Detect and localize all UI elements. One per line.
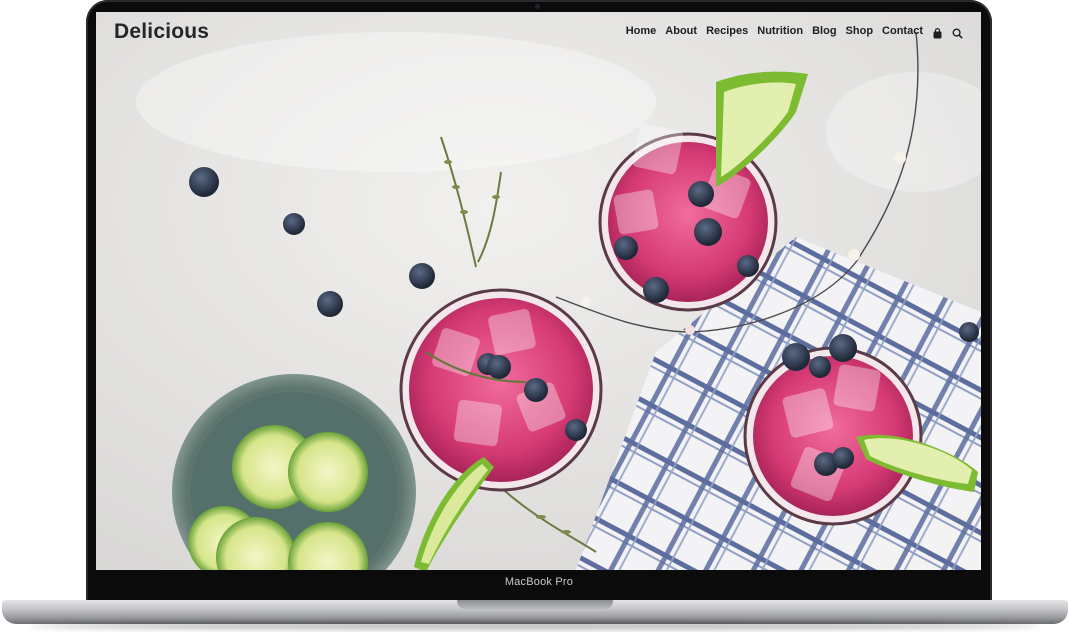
site-logo[interactable]: Delicious [114, 20, 209, 44]
laptop-lid-notch [457, 600, 613, 609]
laptop-shadow [30, 622, 1040, 630]
nav-link-nutrition[interactable]: Nutrition [757, 25, 803, 37]
nav-link-recipes[interactable]: Recipes [706, 25, 748, 37]
nav-link-contact[interactable]: Contact [882, 25, 923, 37]
nav-link-about[interactable]: About [665, 25, 697, 37]
nav-link-blog[interactable]: Blog [812, 25, 836, 37]
device-model-label: MacBook Pro [504, 576, 574, 588]
site-header: Delicious Home About Recipes Nutrition B… [96, 12, 981, 52]
hero-photo [96, 12, 981, 570]
nav-link-home[interactable]: Home [626, 25, 657, 37]
main-nav: Home About Recipes Nutrition Blog Shop C… [626, 25, 963, 39]
search-icon[interactable] [952, 26, 963, 39]
nav-link-shop[interactable]: Shop [846, 25, 874, 37]
laptop-screen: Delicious Home About Recipes Nutrition B… [96, 12, 981, 570]
shopping-bag-icon[interactable] [932, 26, 943, 38]
webcam-dot [535, 4, 540, 9]
